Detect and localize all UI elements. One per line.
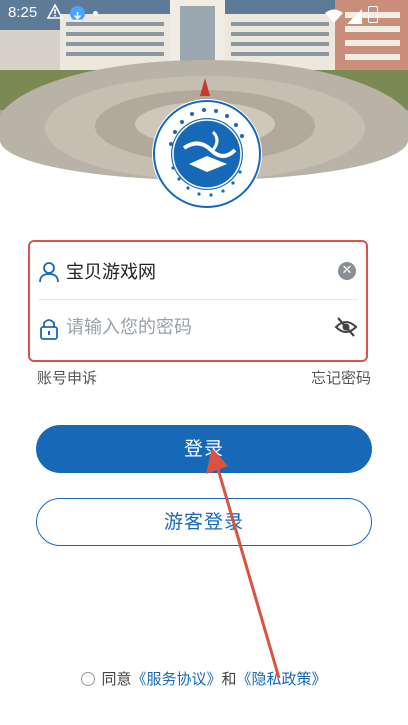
- agree-prefix: 同意: [101, 670, 132, 688]
- service-agreement-link[interactable]: 《服务协议》: [131, 670, 221, 688]
- agree-and: 和: [221, 670, 237, 688]
- account-appeal-link[interactable]: 账号申诉: [37, 367, 97, 388]
- agreement-checkbox[interactable]: [81, 672, 96, 686]
- wifi-icon: [325, 6, 343, 32]
- forgot-password-link[interactable]: 忘记密码: [311, 367, 371, 388]
- privacy-policy-link[interactable]: 《隐私政策》: [237, 670, 327, 688]
- notification-dot-icon: [93, 11, 98, 16]
- status-time: 8:25: [8, 4, 38, 21]
- guest-login-button[interactable]: 游客登录: [36, 498, 372, 546]
- clear-icon[interactable]: ✕: [338, 262, 356, 280]
- lock-icon: [38, 317, 60, 345]
- person-icon: [38, 261, 60, 287]
- warning-icon: [46, 1, 64, 27]
- login-button[interactable]: 登录: [36, 425, 372, 473]
- login-form: ✕: [28, 240, 368, 362]
- agreement-row: 同意《服务协议》和《隐私政策》: [0, 668, 408, 689]
- eye-off-icon[interactable]: [334, 316, 358, 342]
- download-icon: [70, 6, 85, 22]
- battery-icon: [368, 6, 378, 23]
- signal-icon: [347, 6, 362, 32]
- password-input[interactable]: [66, 312, 316, 342]
- status-bar: 8:25: [0, 0, 408, 26]
- username-input[interactable]: [66, 256, 316, 286]
- college-logo: [151, 98, 263, 210]
- password-field: [30, 300, 366, 356]
- username-field: ✕: [30, 244, 366, 300]
